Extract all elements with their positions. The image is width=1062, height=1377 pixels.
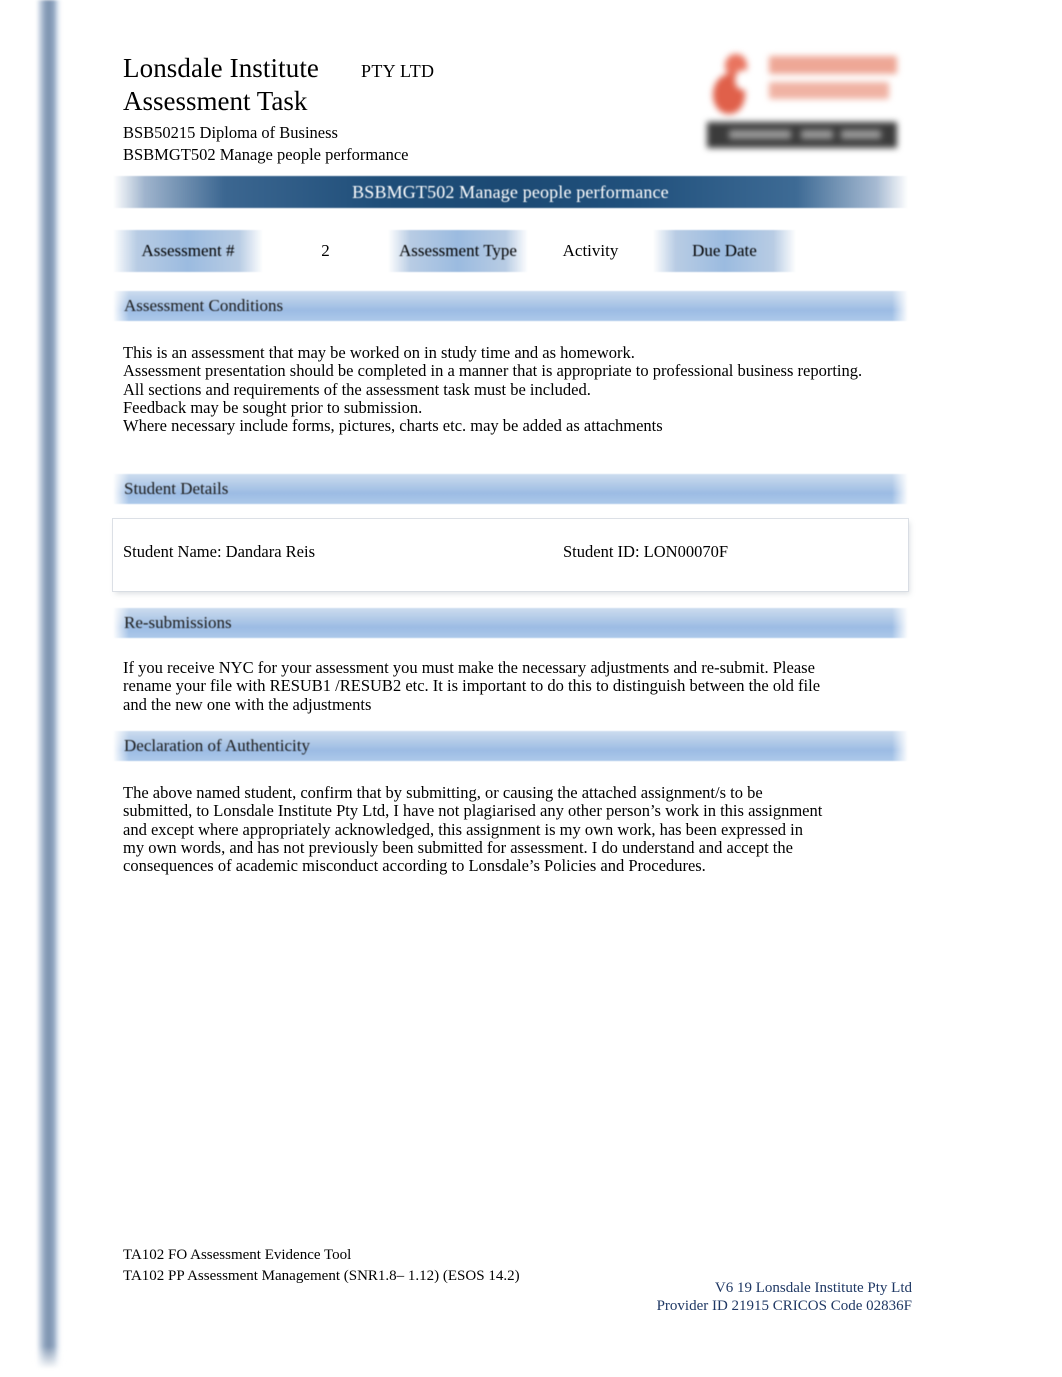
logo-wordmark-line-1 [769, 56, 897, 74]
footer-right: V6 19 Lonsdale Institute Pty Ltd Provide… [657, 1280, 912, 1315]
section-header-student-details: Student Details [113, 474, 908, 504]
student-details-row: Student Name: Dandara Reis Student ID: L… [123, 542, 898, 562]
condition-line: Feedback may be sought prior to submissi… [123, 397, 423, 417]
footer-left-line-1: TA102 FO Assessment Evidence Tool [123, 1247, 352, 1263]
logo-tagline-bar [707, 122, 897, 148]
section-header-declaration: Declaration of Authenticity [113, 731, 908, 761]
section-header-assessment-conditions: Assessment Conditions [113, 291, 908, 321]
assessment-number-value[interactable]: 2 [263, 230, 388, 272]
course-code: BSB50215 Diploma of Business [123, 123, 338, 142]
assessment-type-label: Assessment Type [388, 230, 528, 272]
logo-wordmark-line-2 [769, 82, 889, 99]
footer-right-line-1: V6 19 Lonsdale Institute Pty Ltd [714, 1280, 912, 1296]
student-name-field[interactable]: Student Name: Dandara Reis [123, 542, 563, 562]
student-details-box: Student Name: Dandara Reis Student ID: L… [113, 519, 908, 591]
header-title-line: Lonsdale Institute PTY LTD [123, 52, 683, 84]
condition-line: This is an assessment that may be worked… [123, 343, 635, 362]
declaration-text: The above named student, confirm that by… [123, 783, 823, 876]
section-header-resubmissions: Re-submissions [113, 608, 908, 638]
page-title: Assessment Task [123, 86, 308, 116]
institute-name: Lonsdale Institute [123, 53, 320, 83]
assessment-number-label: Assessment # [113, 230, 263, 272]
assessment-type-value[interactable]: Activity [528, 230, 653, 272]
footer-left-line-2: TA102 PP Assessment Management (SNR1.8– … [123, 1268, 520, 1284]
resubmissions-text: If you receive NYC for your assessment y… [123, 658, 821, 714]
document-page: Lonsdale Institute PTY LTD Assessment Ta… [0, 0, 1062, 1377]
document-header: Lonsdale Institute PTY LTD Assessment Ta… [123, 52, 683, 165]
condition-line: Assessment presentation should be comple… [123, 361, 863, 381]
resubmissions-body: If you receive NYC for your assessment y… [123, 658, 843, 714]
logo-mark-icon [711, 54, 757, 116]
declaration-body: The above named student, confirm that by… [123, 783, 823, 876]
student-id-field[interactable]: Student ID: LON00070F [563, 542, 728, 562]
unit-banner-label: BSBMGT502 Manage people performance [352, 181, 669, 202]
footer-left: TA102 FO Assessment Evidence Tool TA102 … [123, 1245, 520, 1287]
footer-right-line-2: Provider ID 21915 CRICOS Code 02836F [656, 1297, 912, 1314]
due-date-value[interactable] [796, 230, 908, 272]
assessment-conditions-body: This is an assessment that may be worked… [123, 343, 863, 436]
due-date-label: Due Date [653, 230, 796, 272]
unit-code: BSBMGT502 Manage people performance [123, 144, 409, 164]
section-title-resubmissions: Re-submissions [124, 613, 232, 632]
condition-line: Where necessary include forms, pictures,… [123, 416, 663, 436]
assessment-meta-row: Assessment # 2 Assessment Type Activity … [113, 230, 908, 272]
section-title-assessment-conditions: Assessment Conditions [124, 296, 284, 315]
pty-ltd-label: PTY LTD [361, 61, 435, 81]
section-title-declaration: Declaration of Authenticity [124, 736, 310, 755]
condition-line: All sections and requirements of the ass… [123, 379, 591, 399]
lonsdale-institute-logo-icon [707, 48, 905, 152]
unit-banner: BSBMGT502 Manage people performance [113, 176, 908, 208]
section-title-student-details: Student Details [124, 479, 229, 498]
